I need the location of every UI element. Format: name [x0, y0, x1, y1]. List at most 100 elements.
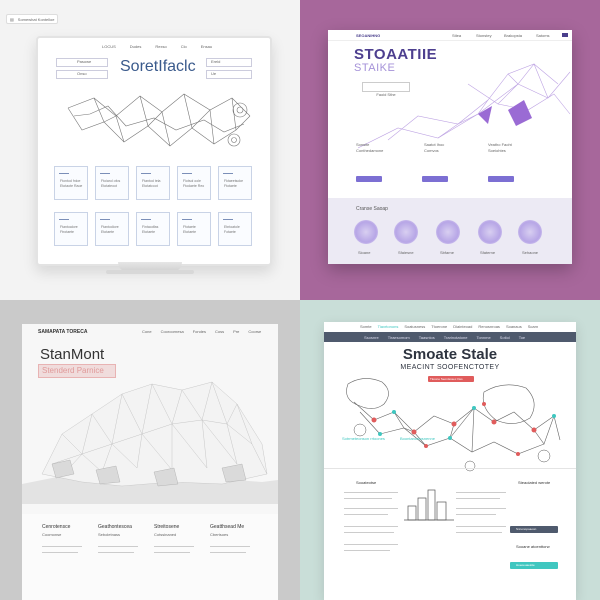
top-nav: Somte Tiaxrtonons Soatusness Ttoerone Di… — [360, 324, 538, 329]
card[interactable]: Ftontod fnloe Etotaote Raoe — [54, 166, 88, 200]
nav-item[interactable]: Diainteoad — [453, 324, 472, 329]
top-nav: Cone Cooroornesa Fondes Coss Pre Coorse — [142, 329, 261, 334]
nav-item[interactable]: Ensau — [201, 44, 212, 49]
nav-item[interactable]: Brakopsta — [504, 33, 522, 38]
card[interactable]: Ftantodiore Etotaete — [95, 212, 129, 246]
chip-label: Somewhat Kontelloe — [17, 16, 55, 22]
network-illustration — [358, 63, 571, 149]
page-title: Smoate Stale — [402, 346, 498, 363]
card[interactable]: Flotsol oole Ftodaete Reo — [177, 166, 211, 200]
feature-sub: Coomonse — [42, 532, 62, 537]
card[interactable]: Ftoiarol ofos Etotateoot — [95, 166, 129, 200]
feature-sub: Cotssinaned — [154, 532, 177, 537]
dark-button[interactable]: Snnonopoaoon — [510, 526, 558, 533]
feature-title: Geatthsead Me — [210, 524, 245, 530]
feature-button[interactable] — [356, 176, 382, 182]
card[interactable]: Ftantod tela Etotatcoot — [136, 166, 170, 200]
feature-title: Sonsite — [356, 142, 370, 147]
sub-nav-item[interactable]: Toe — [519, 335, 525, 340]
nav-item[interactable]: Tiaxrtonons — [378, 324, 399, 329]
bubble-graphic — [354, 220, 378, 244]
nav-item[interactable]: Rexso — [155, 44, 166, 49]
text-line — [210, 552, 246, 553]
monitor-foot — [106, 270, 194, 274]
feature-button[interactable] — [422, 176, 448, 182]
feature-sub: Seboletnass — [98, 532, 121, 537]
sub-nav-item[interactable]: Trarinotatone — [444, 335, 468, 340]
bubble-label: Sioane — [358, 250, 371, 255]
section-title-right: Steaoiated werote — [518, 480, 551, 485]
nav-item[interactable]: Soanaus — [506, 324, 522, 329]
nav-item[interactable]: Pre — [233, 329, 239, 334]
feature-sub: Conthedamone — [356, 148, 384, 153]
menu-icon[interactable] — [562, 33, 568, 37]
link-left[interactable]: Sotrmeteonson rrtoones — [342, 436, 385, 441]
text-line — [98, 552, 134, 553]
nav-item[interactable]: LOCUS — [102, 44, 116, 49]
text-line — [42, 552, 78, 553]
card[interactable]: Fintaodfas Etotaete — [136, 212, 170, 246]
card[interactable]: Ftantoalore Ftrotaete — [54, 212, 88, 246]
nav-item[interactable]: Somte — [360, 324, 372, 329]
card[interactable]: Ffotaete Etotaete — [177, 212, 211, 246]
card[interactable]: Fktaeetsoke Ftotaete — [218, 166, 252, 200]
bubble-section: Cranse Saoap Sioane Sfaiesne Sbfarne Sfa… — [328, 198, 572, 264]
teal-button[interactable]: Hoeoeuaetole — [510, 562, 558, 569]
nav-item[interactable]: Stlea — [452, 33, 461, 38]
bubble-label: Sfaiesne — [398, 250, 414, 255]
nav-item[interactable]: Coorse — [248, 329, 261, 334]
link-right[interactable]: Boontaroatosnenne — [400, 436, 435, 441]
monitor-screen: LOCUS Dudes Rexso Clo Ensau Pasowe Onso … — [46, 42, 262, 254]
brand: SAMAPATA TORECA — [38, 329, 88, 335]
nav-item[interactable]: Stonstey — [476, 33, 492, 38]
nav-item[interactable]: Clo — [181, 44, 187, 49]
wireframe-illustration — [67, 93, 251, 147]
nav-item[interactable]: Satoms — [536, 33, 550, 38]
bubble-label: Sbfarne — [440, 250, 455, 255]
section-title-right-2: Sooane atoenttorw — [516, 544, 550, 549]
address-chip[interactable]: ▤ Somewhat Kontelloe — [6, 14, 58, 24]
input-right-1[interactable]: Ereld — [206, 58, 252, 67]
nav-item[interactable]: Cooroornesa — [161, 329, 184, 334]
sub-nav-item[interactable]: Tiraesomom — [388, 335, 410, 340]
section-title-left: Sooateotse — [356, 480, 377, 485]
bubble-label: Sfaterne — [480, 250, 496, 255]
sub-nav-item[interactable]: Tonnme — [476, 335, 490, 340]
card[interactable]: Etntoatole Fotaete — [218, 212, 252, 246]
feature-title: Saatot Ihoc — [424, 142, 445, 147]
screen-nav: LOCUS Dudes Rexso Clo Ensau — [102, 44, 212, 49]
landing-page: SAMAPATA TORECA Cone Cooroornesa Fondes … — [22, 324, 278, 600]
sub-nav-item[interactable]: Sotiol — [500, 335, 510, 340]
nav-item[interactable]: Renosnroas — [478, 324, 500, 329]
panel-landing-grey: SAMAPATA TORECA Cone Cooroornesa Fondes … — [0, 300, 300, 600]
sub-nav-item[interactable]: Taasntos — [419, 335, 435, 340]
nav-item[interactable]: Coss — [215, 329, 224, 334]
top-nav: SEOANIHNG Stlea Stonstey Brakopsta Satom… — [328, 30, 572, 41]
page-title: StanMont — [40, 346, 105, 363]
input-right-2[interactable]: Ue — [206, 70, 252, 79]
divider — [324, 468, 576, 469]
bubble-graphic — [436, 220, 460, 244]
nav-item[interactable]: Scarn — [528, 324, 538, 329]
features-section: Cenrotensce Coomonse Geathontescea Sebol… — [22, 514, 278, 600]
sub-nav-item[interactable]: Ssosnre — [364, 335, 379, 340]
feature-button[interactable] — [488, 176, 514, 182]
feature-title: Geathontescea — [98, 524, 132, 530]
monitor: LOCUS Dudes Rexso Clo Ensau Pasowe Onso … — [36, 36, 272, 266]
nav-item[interactable]: Fondes — [193, 329, 206, 334]
nav-item[interactable]: Cone — [142, 329, 152, 334]
logo: SEOANIHNG — [356, 33, 381, 38]
input-left-1[interactable]: Pasowe — [56, 58, 108, 67]
feature-title: Streitosene — [154, 524, 180, 530]
sub-nav-bar: Ssosnre Tiraesomom Taasntos Trarinotaton… — [324, 332, 576, 342]
bubble-graphic — [518, 220, 542, 244]
input-left-2[interactable]: Onso — [56, 70, 108, 79]
nav-item[interactable]: Soatusness — [404, 324, 425, 329]
node-graph-illustration — [346, 378, 561, 472]
page-title: SoretIfaclc — [120, 58, 196, 75]
nav-item[interactable]: Ttoerone — [431, 324, 447, 329]
feature-title: Veatho Faoht — [488, 142, 512, 147]
nav-item[interactable]: Dudes — [130, 44, 142, 49]
section-title: Cranse Saoap — [356, 206, 388, 212]
text-line — [210, 546, 250, 547]
